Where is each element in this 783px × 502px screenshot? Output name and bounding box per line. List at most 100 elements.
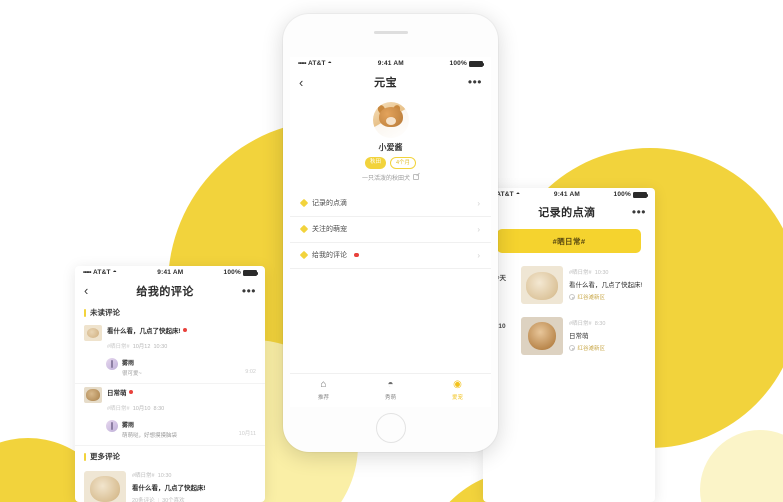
post-thumbnail xyxy=(84,471,126,502)
comment-reply: 雾雨 萌萌哒，好想摸摸脑袋 xyxy=(84,420,256,439)
paw-face-icon: ◉ xyxy=(453,379,462,391)
chevron-right-icon: › xyxy=(477,198,480,208)
comment-reply: 雾雨 很可爱~ xyxy=(84,358,256,377)
nav-bar: 记录的点滴 ••• xyxy=(483,201,655,223)
status-time: 9:41 AM xyxy=(553,191,580,198)
battery-icon xyxy=(468,60,485,67)
unread-dot xyxy=(128,389,133,395)
nav-bar: ‹ 元宝 ••• xyxy=(290,70,491,94)
more-options-button[interactable]: ••• xyxy=(242,285,256,297)
post-thumbnail xyxy=(84,387,102,403)
nav-bar: ‹ 给我的评论 ••• xyxy=(75,279,265,302)
menu-item-comments[interactable]: 给我的评论 › xyxy=(290,243,491,269)
chevron-right-icon: › xyxy=(477,250,480,260)
more-options-button[interactable]: ••• xyxy=(632,206,646,218)
feed-item[interactable]: 今天 #晒日常# 10:30 看什么看，几点了快起床! 红谷滩新区 xyxy=(483,261,655,312)
post-thumbnail xyxy=(84,325,102,341)
comment-timestamp: 9:02 xyxy=(245,369,256,375)
moments-feed: 今天 #晒日常# 10:30 看什么看，几点了快起床! 红谷滩新区 1.10 #… xyxy=(483,253,655,363)
diamond-icon xyxy=(299,198,309,208)
pet-badges: 秋田 4个月 xyxy=(290,157,491,169)
location-pin-icon xyxy=(569,345,575,351)
comment-title: 日常萌 xyxy=(107,387,256,397)
avatar xyxy=(106,358,118,370)
page-title: 元宝 xyxy=(374,77,398,89)
back-button[interactable]: ‹ xyxy=(84,284,88,297)
post-meta: #晒日常# 10:30 xyxy=(569,270,609,276)
screenshot-stage: ••••• AT&T ◓ 9:41 AM 100% ‹ 给我的评论 ••• 未读… xyxy=(0,0,783,502)
edit-icon[interactable] xyxy=(413,174,419,181)
avatar xyxy=(106,420,118,432)
phone-screen-comments: ••••• AT&T ◓ 9:41 AM 100% ‹ 给我的评论 ••• 未读… xyxy=(75,266,265,502)
signal-dots-icon: ••••• xyxy=(298,60,307,67)
bottom-tab-bar: ⌂ 推荐 ◓ 秀萌 ◉ 爱宠 xyxy=(290,373,491,407)
section-header-more: 更多评论 xyxy=(75,446,265,466)
reply-author: 雾雨 xyxy=(122,361,135,367)
status-bar: •• AT&T ◓ 9:41 AM 100% xyxy=(483,188,655,201)
post-location: 红谷滩新区 xyxy=(569,293,645,301)
tab-pets[interactable]: ◉ 爱宠 xyxy=(452,380,463,401)
back-button[interactable]: ‹ xyxy=(299,76,303,89)
post-meta: #晒日常# 10:30 xyxy=(132,473,172,479)
phone-screen-moments: •• AT&T ◓ 9:41 AM 100% 记录的点滴 ••• #晒日常# 今… xyxy=(483,188,655,502)
menu-item-following[interactable]: 关注的萌宠 › xyxy=(290,217,491,243)
post-thumbnail xyxy=(521,317,563,355)
hashtag-button[interactable]: #晒日常# xyxy=(497,229,641,253)
background-circle-bottom-right xyxy=(700,430,783,502)
comment-item[interactable]: 日常萌 #晒日常# 10月10 8:30 雾雨 萌萌哒，好想摸摸脑袋 10月11 xyxy=(75,384,265,446)
tab-label: 秀萌 xyxy=(384,394,396,401)
comment-item[interactable]: 看什么看，几点了快起床! #晒日常# 10月12 10:30 雾雨 很可爱~ 9… xyxy=(75,322,265,384)
post-text: 日常萌 xyxy=(569,333,589,340)
wifi-icon: ◓ xyxy=(327,60,333,67)
page-title: 给我的评论 xyxy=(136,285,194,298)
avatar[interactable] xyxy=(372,102,409,138)
menu-item-moments[interactable]: 记录的点滴 › xyxy=(290,191,491,217)
camera-icon: ◓ xyxy=(387,379,394,391)
post-location: 红谷滩新区 xyxy=(569,344,645,352)
status-time: 9:41 AM xyxy=(377,60,404,67)
menu-item-label: 给我的评论 xyxy=(312,252,347,260)
chevron-right-icon: › xyxy=(477,224,480,234)
page-title: 记录的点滴 xyxy=(538,207,596,219)
badge-age: 4个月 xyxy=(389,157,417,169)
comment-meta: #晒日常# 10月12 10:30 xyxy=(107,344,168,350)
wifi-icon: ◓ xyxy=(515,191,521,198)
reply-text: 萌萌哒，好想摸摸脑袋 xyxy=(122,433,178,439)
badge-breed: 秋田 xyxy=(364,157,386,169)
reply-author: 雾雨 xyxy=(122,423,135,429)
battery-icon xyxy=(242,269,259,276)
diamond-icon xyxy=(299,224,309,234)
post-text: 看什么看，几点了快起床! xyxy=(569,282,643,289)
reply-text: 很可爱~ xyxy=(122,371,142,377)
carrier-label: AT&T xyxy=(308,60,326,67)
more-options-button[interactable]: ••• xyxy=(468,76,482,88)
phone-device-profile: ••••• AT&T ◓ 9:41 AM 100% ‹ 元宝 ••• 小爱酱 秋… xyxy=(283,14,498,452)
battery-icon xyxy=(632,191,649,198)
battery-percent: 100% xyxy=(613,191,631,198)
comment-timestamp: 10月11 xyxy=(238,431,256,437)
tab-recommend[interactable]: ⌂ 推荐 xyxy=(318,380,329,401)
speaker-grille xyxy=(373,31,408,35)
section-accent-bar xyxy=(84,308,86,317)
list-item[interactable]: #晒日常# 10:30 看什么看，几点了快起床! 20条评论 | 30个喜欢 xyxy=(75,466,265,502)
status-bar: ••••• AT&T ◓ 9:41 AM 100% xyxy=(75,266,265,279)
location-pin-icon xyxy=(569,294,575,300)
diamond-icon xyxy=(299,250,309,260)
post-thumbnail xyxy=(521,266,563,304)
pet-name: 小爱酱 xyxy=(378,143,403,152)
post-stats: 20条评论 | 30个喜欢 xyxy=(132,498,185,502)
post-title: 看什么看，几点了快起床! xyxy=(132,485,206,492)
feed-item[interactable]: 1.10 #晒日常# 8:30 日常萌 红谷滩新区 xyxy=(483,312,655,363)
section-title: 未读评论 xyxy=(90,308,120,317)
comment-meta: #晒日常# 10月10 8:30 xyxy=(107,406,165,412)
battery-percent: 100% xyxy=(449,60,467,67)
tab-label: 爱宠 xyxy=(451,394,463,401)
notification-badge xyxy=(354,252,359,258)
post-meta: #晒日常# 8:30 xyxy=(569,321,606,327)
carrier-label: AT&T xyxy=(93,269,111,276)
profile-menu: 记录的点滴 › 关注的萌宠 › 给我的评论 › xyxy=(290,191,491,269)
tab-show[interactable]: ◓ 秀萌 xyxy=(385,380,396,401)
status-bar: ••••• AT&T ◓ 9:41 AM 100% xyxy=(290,57,491,70)
home-button[interactable] xyxy=(375,413,406,443)
menu-item-label: 记录的点滴 xyxy=(312,200,347,208)
